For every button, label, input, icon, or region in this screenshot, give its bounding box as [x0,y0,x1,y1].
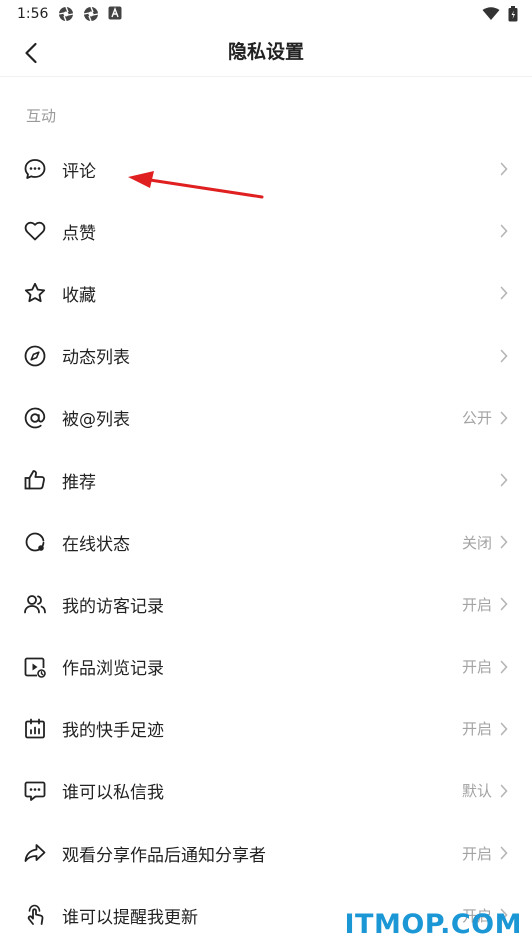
calendar-icon [22,716,48,742]
heart-icon [22,218,48,244]
settings-row-private-message[interactable]: 谁可以私信我 默认 [0,760,532,822]
settings-row-label: 在线状态 [62,534,130,555]
share-icon [22,840,48,866]
settings-row-label: 谁可以私信我 [62,783,164,804]
settings-row-footprints[interactable]: 我的快手足迹 开启 [0,698,532,760]
compass-icon [22,343,48,369]
chevron-right-icon [498,783,510,799]
chevron-right-icon [498,534,510,550]
settings-row-label: 点赞 [62,223,96,244]
settings-row-recommend[interactable]: 推荐 [0,449,532,511]
settings-row-comment[interactable]: 评论 [0,138,532,200]
video-history-icon [22,654,48,680]
thumbs-up-icon [22,467,48,493]
settings-row-label: 被@列表 [62,410,130,431]
font-a-icon [108,6,124,22]
aperture-icon [58,6,74,22]
at-icon [22,405,48,431]
settings-list: 评论 点赞 收藏 动态列表 被@列表 公开 推荐 在线状态 关闭 我的访客记录 … [0,138,532,946]
watermark: ITMOP.COM [344,909,522,940]
touch-icon [22,902,48,928]
settings-row-value: 公开 [461,409,492,428]
status-right-group [482,6,518,22]
settings-row-mentions[interactable]: 被@列表 公开 [0,387,532,449]
settings-row-label: 收藏 [62,285,96,306]
chevron-right-icon [498,721,510,737]
settings-row-moments[interactable]: 动态列表 [0,325,532,387]
aperture-icon [83,6,99,22]
chevron-right-icon [498,472,510,488]
settings-row-value: 开启 [461,720,492,739]
wifi-icon [482,7,500,21]
visitors-icon [22,591,48,617]
status-time: 1:56 [17,6,49,22]
settings-row-label: 我的访客记录 [62,596,164,617]
star-icon [22,280,48,306]
settings-row-like[interactable]: 点赞 [0,200,532,262]
settings-row-label: 我的快手足迹 [62,721,164,742]
settings-row-label: 评论 [62,161,96,182]
comment-icon [22,156,48,182]
settings-row-value: 关闭 [461,533,492,552]
settings-row-label: 观看分享作品后通知分享者 [62,845,266,866]
battery-icon [508,6,518,22]
chevron-right-icon [498,223,510,239]
settings-row-label: 推荐 [62,472,96,493]
chevron-left-icon [24,42,38,64]
chevron-right-icon [498,410,510,426]
chevron-right-icon [498,845,510,861]
chevron-right-icon [498,348,510,364]
settings-row-label: 作品浏览记录 [62,659,164,680]
settings-row-online-status[interactable]: 在线状态 关闭 [0,511,532,573]
back-button[interactable] [16,38,46,68]
settings-row-work-history[interactable]: 作品浏览记录 开启 [0,636,532,698]
chevron-right-icon [498,285,510,301]
message-icon [22,778,48,804]
chevron-right-icon [498,161,510,177]
section-header: 互动 [26,107,57,125]
settings-row-label: 动态列表 [62,348,130,369]
status-bar: 1:56 [0,0,532,28]
settings-row-label: 谁可以提醒我更新 [62,907,198,928]
settings-row-value: 开启 [461,595,492,614]
settings-row-visitors[interactable]: 我的访客记录 开启 [0,573,532,635]
settings-row-value: 开启 [461,844,492,863]
settings-row-share-notify[interactable]: 观看分享作品后通知分享者 开启 [0,822,532,884]
settings-row-favorite[interactable]: 收藏 [0,262,532,324]
settings-row-value: 开启 [461,658,492,677]
chevron-right-icon [498,596,510,612]
page-title: 隐私设置 [227,41,304,63]
chevron-right-icon [498,659,510,675]
settings-row-value: 默认 [461,782,492,801]
online-status-icon [22,529,48,555]
nav-bar: 隐私设置 [0,28,532,77]
